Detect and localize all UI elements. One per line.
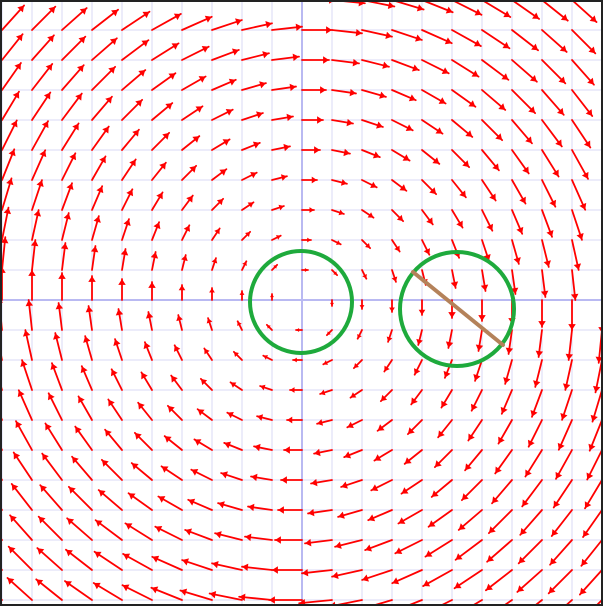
- vector-field-diagram: [0, 0, 603, 606]
- vector-field-canvas: [0, 0, 603, 606]
